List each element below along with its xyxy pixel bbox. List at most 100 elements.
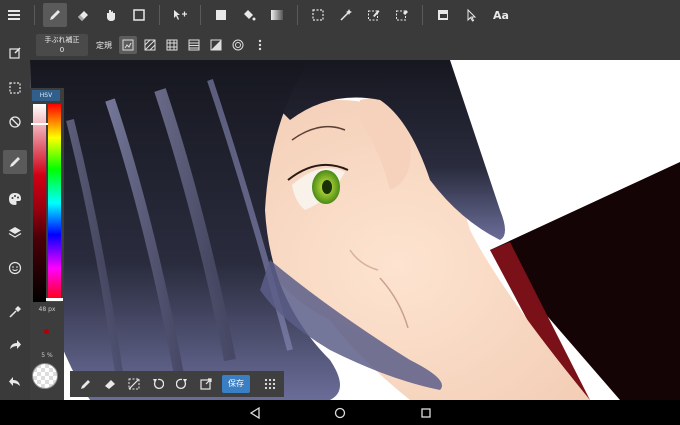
rotate-left-icon [153, 378, 164, 389]
artwork [30, 60, 680, 400]
hand-tool-button[interactable] [99, 3, 123, 27]
magic-wand-icon [340, 9, 352, 21]
layers-icon [8, 227, 22, 238]
hsv-mode-tab[interactable]: HSV [32, 90, 60, 101]
hand-icon [107, 10, 115, 21]
select-rect-icon [9, 82, 21, 94]
divider [159, 5, 160, 25]
bucket-tool-button[interactable] [237, 3, 261, 27]
share-icon [10, 340, 21, 349]
no-snap-icon [9, 116, 21, 128]
deselect-icon [128, 378, 140, 390]
undo-icon [9, 377, 20, 386]
eyedropper-button[interactable] [3, 300, 27, 324]
move-icon [174, 10, 187, 20]
grid-menu-button[interactable] [260, 374, 280, 394]
move-tool-button[interactable] [168, 3, 192, 27]
palette-icon [9, 193, 21, 205]
hue-slider[interactable] [48, 104, 61, 302]
text-tool-label: Aa [493, 8, 509, 22]
magic-wand-button[interactable] [334, 3, 358, 27]
select-rect-button[interactable] [306, 3, 330, 27]
grid-icon [166, 39, 178, 51]
rotate-right-button[interactable] [172, 374, 192, 394]
menu-icon [8, 10, 20, 20]
menu-button[interactable] [2, 3, 26, 27]
drawing-canvas[interactable] [30, 60, 680, 400]
cursor-icon [467, 8, 477, 22]
gradient-tool-button[interactable] [265, 3, 289, 27]
divider [297, 5, 298, 25]
perspective-icon [210, 39, 222, 51]
nav-recents-button[interactable] [419, 406, 433, 420]
nav-home-button[interactable] [333, 406, 347, 420]
share-button[interactable] [3, 333, 27, 357]
ruler-label: 定規 [96, 40, 112, 50]
select-pen-icon [368, 10, 380, 21]
deselect-button[interactable] [124, 374, 144, 394]
home-circle-icon [334, 407, 346, 419]
app-window: Aa 手ぶれ補正 0 定規 HSV 48 px 5 % 保存 [0, 0, 680, 425]
text-tool-button[interactable]: Aa [487, 3, 515, 27]
materials-button[interactable] [3, 256, 27, 280]
square-icon [133, 9, 145, 21]
rotate-left-button[interactable] [148, 374, 168, 394]
fill-rect-button[interactable] [209, 3, 233, 27]
fill-square-icon [216, 10, 226, 20]
edit-square-icon [9, 47, 21, 59]
ruler-perspective-button[interactable] [207, 36, 225, 54]
more-options-button[interactable] [251, 36, 269, 54]
nav-back-button[interactable] [248, 406, 262, 420]
stabilizer-value: 0 [59, 46, 65, 54]
select-pen-button[interactable] [362, 3, 386, 27]
eraser-icon [78, 11, 88, 21]
concentric-icon [232, 39, 244, 51]
shape-tool-button[interactable] [127, 3, 151, 27]
eraser-tool-button[interactable] [71, 3, 95, 27]
stabilizer-control[interactable]: 手ぶれ補正 0 [36, 34, 88, 56]
bucket-icon [244, 10, 256, 21]
layer-button[interactable] [431, 3, 455, 27]
bottom-pen-button[interactable] [76, 374, 96, 394]
ruler-horizontal-button[interactable] [185, 36, 203, 54]
eraser-icon [105, 380, 115, 389]
save-button[interactable]: 保存 [222, 375, 250, 393]
current-color-swatch[interactable] [32, 363, 58, 389]
cursor-tool-button[interactable] [459, 3, 483, 27]
edit-canvas-button[interactable] [3, 41, 27, 65]
ruler-off-button[interactable] [119, 36, 137, 54]
snap-off-button[interactable] [3, 110, 27, 134]
brush-options-bar: 手ぶれ補正 0 定規 [30, 30, 680, 60]
ruler-parallel-button[interactable] [141, 36, 159, 54]
back-triangle-icon [250, 407, 260, 419]
ruler-concentric-button[interactable] [229, 36, 247, 54]
hue-marker[interactable] [46, 298, 63, 301]
ruler-grid-button[interactable] [163, 36, 181, 54]
bottom-eraser-button[interactable] [100, 374, 120, 394]
divider [34, 5, 35, 25]
system-nav-bar [0, 400, 680, 425]
pen-icon [50, 10, 60, 20]
emoji-icon [8, 261, 22, 275]
export-button[interactable] [196, 374, 216, 394]
undo-button[interactable] [3, 370, 27, 394]
divider [200, 5, 201, 25]
select-eraser-button[interactable] [390, 3, 414, 27]
eyedropper-icon [9, 306, 21, 318]
color-panel-button[interactable] [3, 187, 27, 211]
pen-icon [81, 380, 90, 389]
color-panel: HSV 48 px 5 % [30, 88, 64, 400]
recents-square-icon [421, 408, 431, 418]
ruler-off-icon [122, 39, 134, 51]
brush-panel-button[interactable] [3, 150, 27, 174]
layers-panel-button[interactable] [3, 220, 27, 244]
selection-button[interactable] [3, 76, 27, 100]
pen-icon [10, 157, 20, 167]
brush-size-preview [44, 329, 49, 334]
main-toolbar: Aa [0, 0, 680, 30]
divider [422, 5, 423, 25]
pen-tool-button[interactable] [43, 3, 67, 27]
grid-dots-icon [264, 378, 276, 390]
brightness-slider[interactable] [33, 104, 46, 302]
brightness-marker[interactable] [31, 123, 48, 125]
